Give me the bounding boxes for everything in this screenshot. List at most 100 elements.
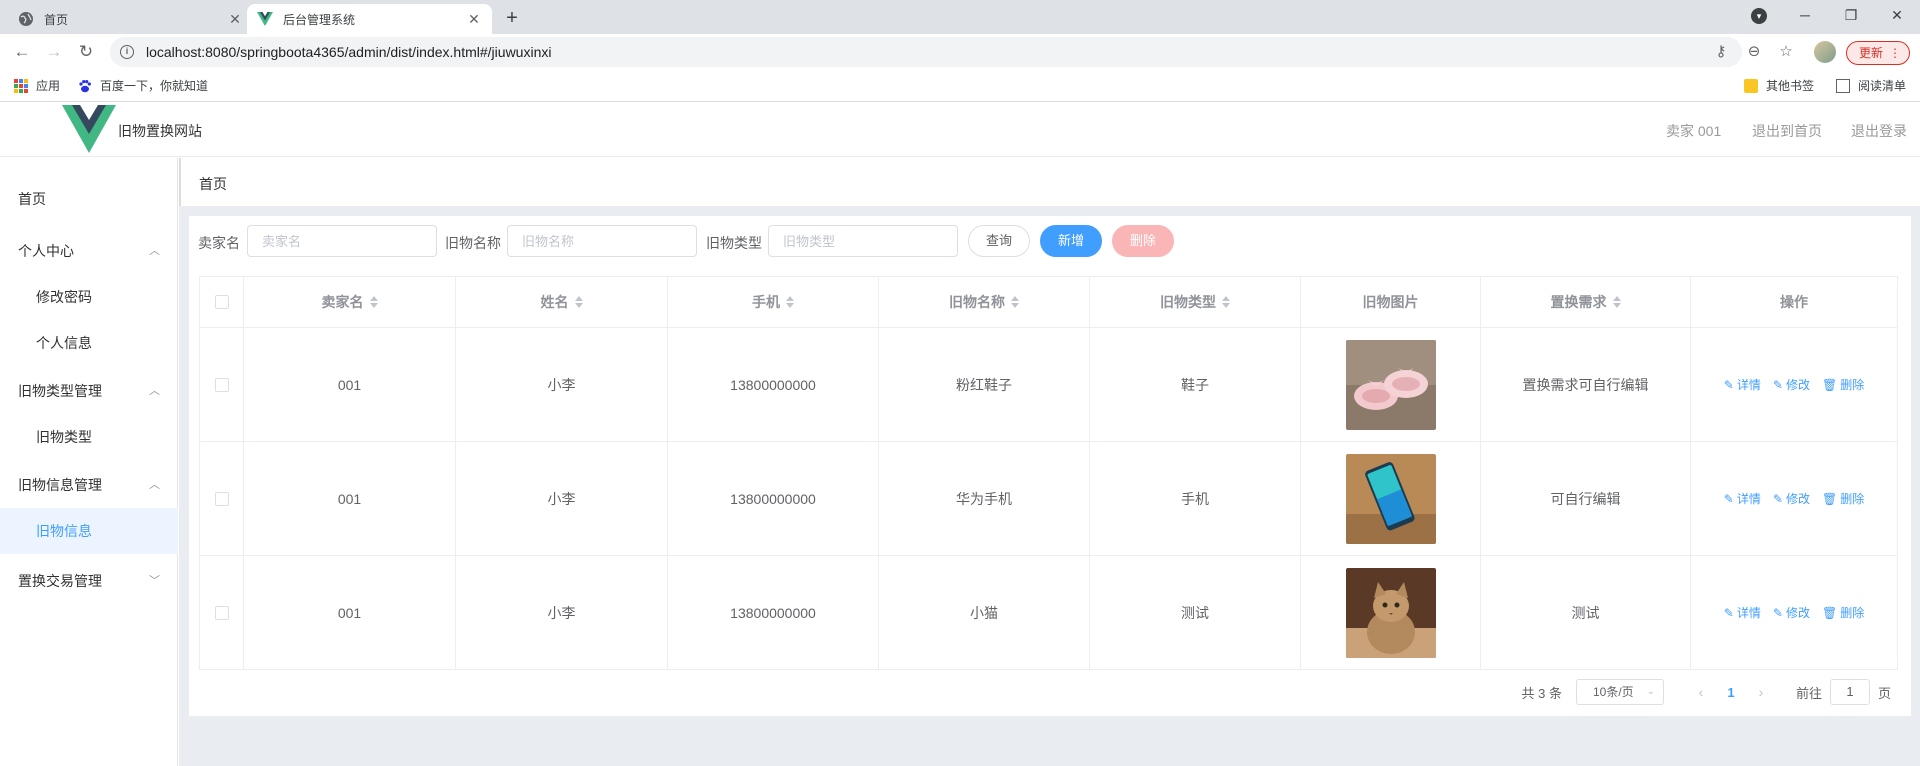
star-icon[interactable]: ☆: [1777, 43, 1795, 61]
sidebar-item-home[interactable]: 首页: [0, 176, 178, 222]
sort-icon[interactable]: [786, 295, 794, 309]
bookmarks-bar: 应用 百度一下，你就知道 其他书签 阅读清单: [0, 70, 1920, 102]
delete-button[interactable]: 删除: [1112, 225, 1174, 257]
edit-link[interactable]: ✎ 修改: [1773, 490, 1810, 507]
profile-avatar[interactable]: [1814, 41, 1836, 63]
browser-tab-home[interactable]: 首页 ✕: [8, 4, 253, 34]
main-area: 首页 卖家名 旧物名称 旧物类型 查询 新增 删除 卖家名 姓名 手机 旧物名称…: [179, 158, 1920, 766]
current-page[interactable]: 1: [1716, 685, 1746, 700]
update-button[interactable]: 更新 ⋮: [1846, 41, 1910, 65]
bookmark-reading-list[interactable]: 阅读清单: [1836, 77, 1906, 94]
col-item-type[interactable]: 旧物类型: [1090, 277, 1301, 327]
restore-icon[interactable]: ❐: [1828, 0, 1874, 30]
sidebar-item-item-info[interactable]: 旧物信息: [0, 508, 178, 554]
select-all-checkbox[interactable]: [214, 295, 229, 309]
logout-link[interactable]: 退出登录: [1851, 121, 1907, 141]
delete-link[interactable]: 🗑 删除: [1822, 604, 1864, 621]
query-button[interactable]: 查询: [968, 225, 1030, 257]
cell-seller: 001: [244, 442, 456, 555]
detail-link[interactable]: ✎ 详情: [1724, 376, 1761, 393]
bookmark-baidu[interactable]: 百度一下，你就知道: [78, 77, 208, 94]
close-icon[interactable]: ✕: [466, 11, 482, 27]
sidebar-item-personal-info[interactable]: 个人信息: [0, 320, 178, 366]
op-label: 修改: [1785, 606, 1810, 620]
vue-logo-icon: [257, 11, 273, 27]
sort-icon[interactable]: [1011, 295, 1019, 309]
chevron-down-icon: ⌄: [1646, 686, 1655, 697]
window-close-icon[interactable]: ✕: [1874, 0, 1920, 30]
detail-link[interactable]: ✎ 详情: [1724, 604, 1761, 621]
baidu-paw-icon: [78, 79, 92, 93]
bookmark-label: 应用: [36, 79, 61, 93]
op-label: 删除: [1840, 492, 1865, 506]
prev-page-icon[interactable]: ‹: [1686, 684, 1716, 700]
item-name-input[interactable]: [507, 225, 697, 257]
phone-image[interactable]: [1345, 453, 1436, 544]
apps-grid-icon: [14, 78, 28, 93]
sidebar-item-item-type-mgmt[interactable]: 旧物类型管理 ︿: [0, 368, 178, 414]
chevron-up-icon: ︿: [149, 245, 160, 257]
sidebar-item-item-info-mgmt[interactable]: 旧物信息管理 ︿: [0, 462, 178, 508]
page-suffix: 页: [1877, 685, 1891, 701]
breadcrumb[interactable]: 首页: [199, 174, 227, 194]
delete-link[interactable]: 🗑 删除: [1822, 376, 1864, 393]
breadcrumb-bar: 首页: [179, 158, 1920, 206]
row-checkbox[interactable]: [214, 491, 229, 506]
op-label: 删除: [1840, 606, 1865, 620]
new-tab-icon[interactable]: +: [500, 6, 524, 30]
zoom-icon[interactable]: ⊖: [1745, 43, 1763, 61]
minimize-icon[interactable]: ─: [1782, 0, 1828, 30]
cat-image[interactable]: [1345, 567, 1436, 658]
sort-icon[interactable]: [1222, 295, 1230, 309]
cell-phone: 13800000000: [668, 328, 879, 441]
forward-arrow-icon[interactable]: →: [42, 40, 66, 64]
browser-tab-admin[interactable]: 后台管理系统 ✕: [247, 4, 492, 34]
cell-item-image: [1301, 556, 1481, 669]
row-checkbox[interactable]: [214, 377, 229, 392]
edit-link[interactable]: ✎ 修改: [1773, 376, 1810, 393]
chevron-up-icon: ︿: [149, 479, 160, 491]
back-arrow-icon[interactable]: ←: [10, 40, 34, 64]
close-icon[interactable]: ✕: [227, 11, 243, 27]
tab-search-icon[interactable]: ▾: [1751, 8, 1767, 24]
back-home-link[interactable]: 退出到首页: [1752, 121, 1822, 141]
sort-icon[interactable]: [574, 295, 583, 309]
address-bar[interactable]: i localhost:8080/springboota4365/admin/d…: [110, 37, 1742, 67]
cell-item-type: 测试: [1090, 556, 1301, 669]
detail-link[interactable]: ✎ 详情: [1724, 490, 1761, 507]
bookmark-apps[interactable]: 应用: [14, 77, 60, 94]
globe-icon: [18, 11, 34, 27]
col-seller[interactable]: 卖家名: [244, 277, 456, 327]
cell-actions: ✎ 详情 ✎ 修改 🗑 删除: [1691, 442, 1897, 555]
sidebar-item-trade-mgmt[interactable]: 置换交易管理 ﹀: [0, 558, 178, 604]
info-icon[interactable]: i: [120, 45, 134, 59]
goto-page-input[interactable]: 1: [1829, 679, 1870, 705]
sidebar-item-item-type[interactable]: 旧物类型: [0, 414, 178, 460]
col-phone[interactable]: 手机: [668, 277, 879, 327]
menu-label: 旧物类型管理: [18, 383, 102, 399]
col-item-name[interactable]: 旧物名称: [879, 277, 1090, 327]
sort-icon[interactable]: [1612, 295, 1621, 309]
sidebar-item-change-password[interactable]: 修改密码: [0, 274, 178, 320]
item-type-input[interactable]: [768, 225, 958, 257]
page-size-select[interactable]: 10条/页 ⌄: [1575, 679, 1664, 705]
table-header-row: 卖家名 姓名 手机 旧物名称 旧物类型 旧物图片 置换需求 操作: [200, 277, 1897, 328]
pink-shoes-image[interactable]: [1345, 339, 1436, 430]
add-button[interactable]: 新增: [1040, 225, 1102, 257]
col-name[interactable]: 姓名: [456, 277, 668, 327]
bookmark-other[interactable]: 其他书签: [1744, 77, 1814, 94]
edit-link[interactable]: ✎ 修改: [1773, 604, 1810, 621]
delete-link[interactable]: 🗑 删除: [1822, 490, 1864, 507]
sort-icon[interactable]: [369, 295, 378, 309]
key-icon[interactable]: ⚷: [1712, 43, 1730, 61]
reload-icon[interactable]: ↻: [74, 40, 98, 64]
next-page-icon[interactable]: ›: [1746, 684, 1776, 700]
row-checkbox[interactable]: [214, 605, 229, 620]
op-label: 详情: [1736, 606, 1761, 620]
sidebar-item-personal-center[interactable]: 个人中心 ︿: [0, 228, 178, 274]
edit-pen-icon: ✎: [1772, 605, 1783, 620]
seller-input[interactable]: [247, 225, 437, 257]
seller-label: 卖家名: [198, 235, 240, 251]
col-demand[interactable]: 置换需求: [1481, 277, 1691, 327]
cell-demand: 置换需求可自行编辑: [1481, 328, 1691, 441]
